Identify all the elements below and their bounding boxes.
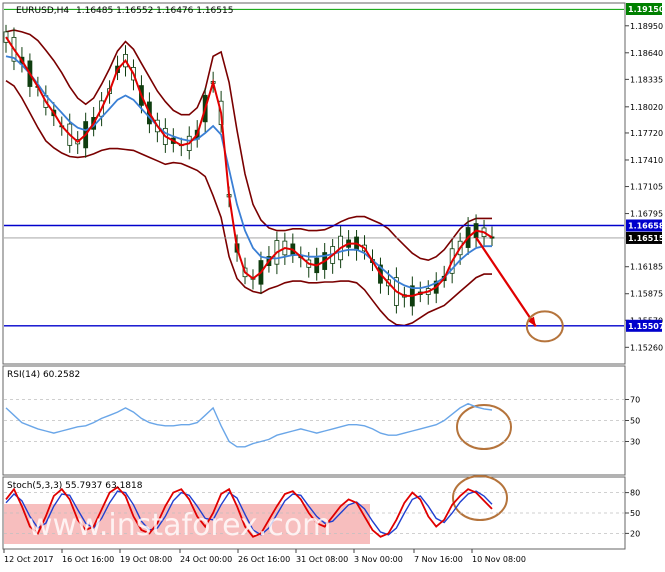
y-tick-label: 1.17410 bbox=[630, 156, 663, 165]
y-tick-label: 1.18950 bbox=[630, 22, 663, 31]
indicator-y-tick-label: 50 bbox=[630, 509, 640, 518]
watermark-text: www.instaforex.com bbox=[28, 508, 331, 543]
y-tick-label: 1.15875 bbox=[630, 290, 663, 299]
y-tick-label: 1.17105 bbox=[630, 183, 663, 192]
chart-root: 1.18950 1.18640 1.18335 1.18020 1.17720 1.174… bbox=[0, 0, 665, 568]
x-tick-label: 31 Oct 08:00 bbox=[296, 555, 348, 564]
stoch-label: Stoch(5,3,3) 55.7937 63.1818 bbox=[7, 481, 143, 491]
chart-header-ohlc: 1.16485 1.16552 1.16476 1.16515 bbox=[76, 6, 233, 16]
rsi-label: RSI(14) 60.2582 bbox=[7, 370, 80, 380]
chart-header-symbol: EURUSD,H4 bbox=[16, 6, 69, 16]
x-tick-label: 12 Oct 2017 bbox=[4, 555, 53, 564]
indicator-y-tick-label: 70 bbox=[630, 396, 640, 405]
indicator-y-tick-label: 50 bbox=[630, 417, 640, 426]
indicator-y-tick-label: 80 bbox=[630, 489, 640, 498]
indicator-y-tick-label: 20 bbox=[630, 529, 640, 538]
price-tag-label-support: 1.15507 bbox=[628, 322, 664, 331]
y-tick-label: 1.18640 bbox=[630, 49, 663, 58]
y-tick-label: 1.18335 bbox=[630, 75, 663, 84]
y-tick-label: 1.15260 bbox=[630, 343, 663, 352]
x-tick-label: 16 Oct 16:00 bbox=[62, 555, 114, 564]
price-tag-label-top: 1.19150 bbox=[628, 5, 665, 14]
x-tick-label: 26 Oct 16:00 bbox=[238, 555, 290, 564]
x-tick-label: 19 Oct 08:00 bbox=[120, 555, 172, 564]
main-panel-frame bbox=[2, 2, 626, 365]
y-tick-label: 1.16185 bbox=[630, 263, 663, 272]
y-tick-label: 1.16795 bbox=[630, 210, 663, 219]
y-tick-label: 1.17720 bbox=[630, 129, 663, 138]
x-tick-label: 10 Nov 08:00 bbox=[472, 555, 526, 564]
indicator-y-tick-label: 30 bbox=[630, 438, 640, 447]
x-tick-label: 3 Nov 00:00 bbox=[354, 555, 403, 564]
price-tag-label-current: 1.16515 bbox=[628, 234, 665, 243]
price-chart: 1.18950 1.18640 1.18335 1.18020 1.17720 1.174… bbox=[2, 2, 665, 564]
x-tick-label: 24 Oct 00:00 bbox=[180, 555, 232, 564]
x-tick-label: 7 Nov 16:00 bbox=[414, 555, 463, 564]
y-tick-label: 1.18020 bbox=[630, 103, 663, 112]
price-tag-label-resistance: 1.16658 bbox=[628, 221, 665, 230]
